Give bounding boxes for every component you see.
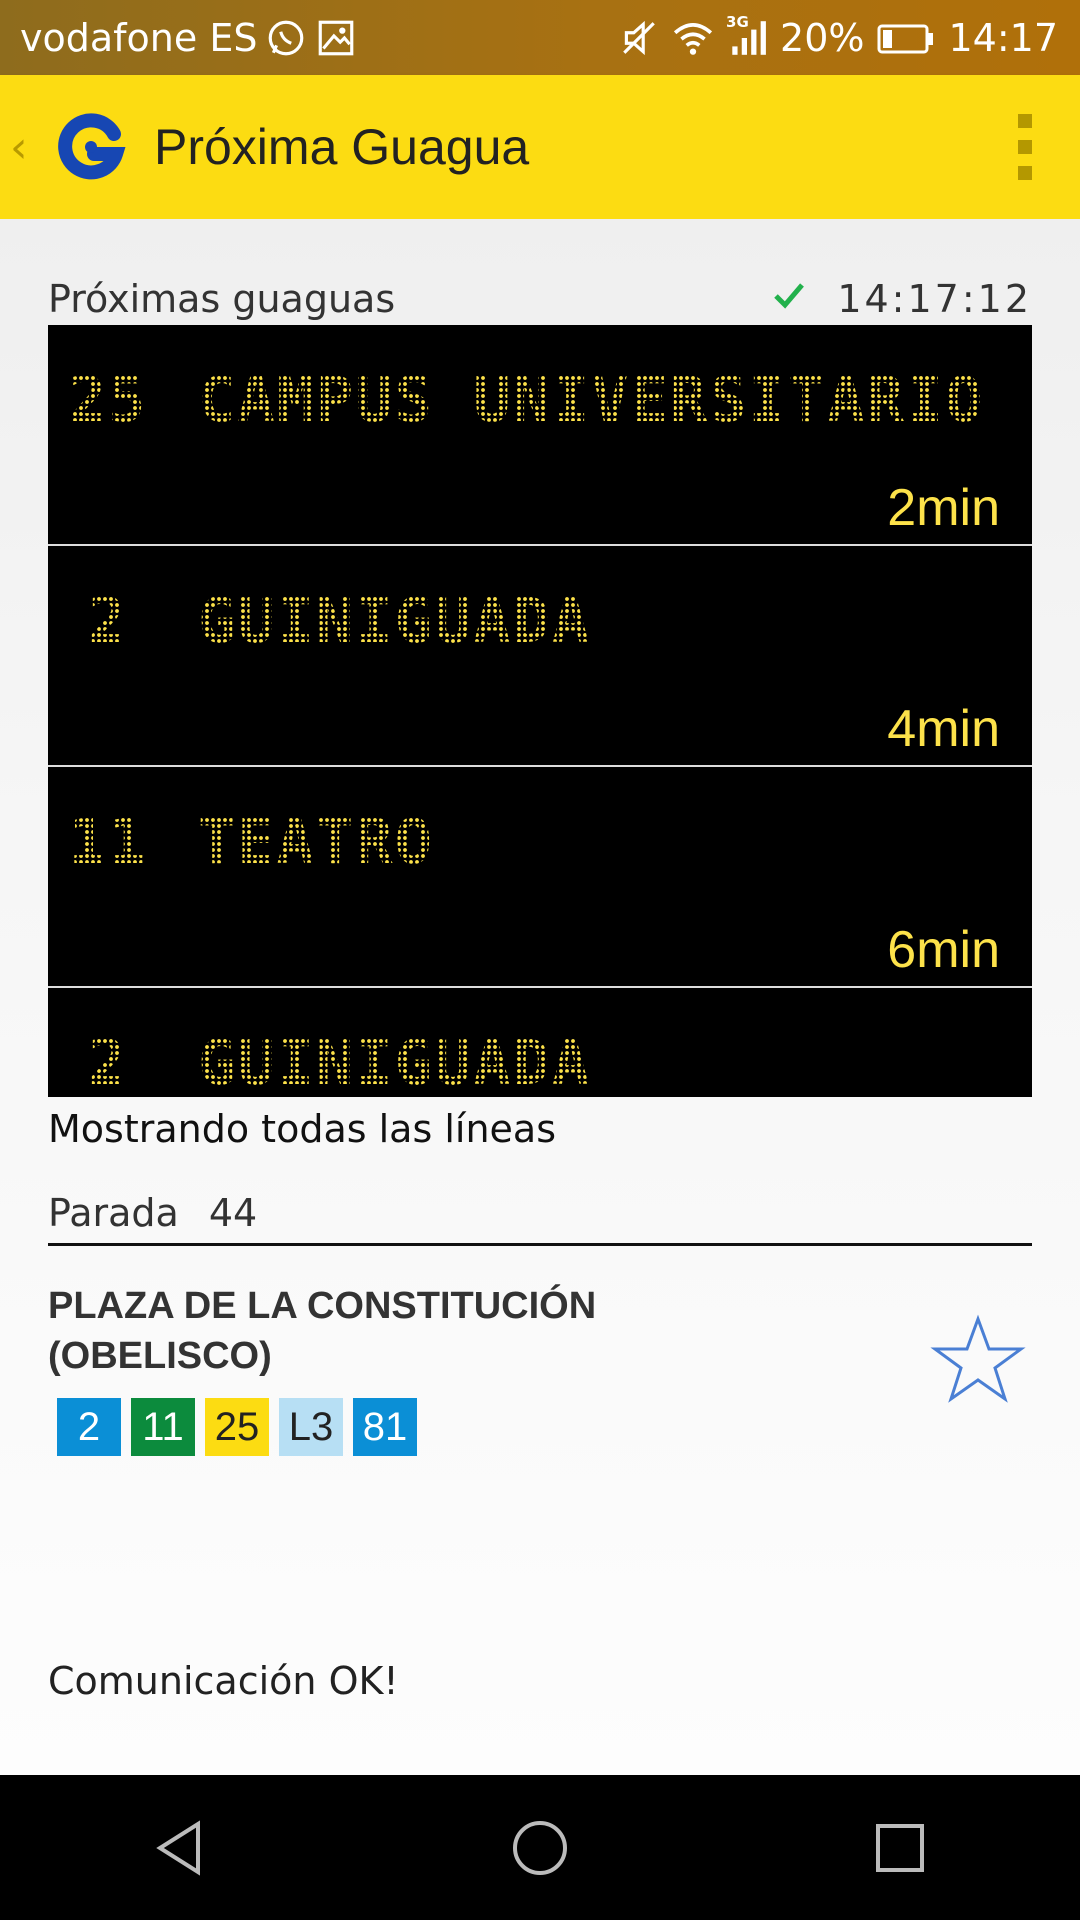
arrival-eta: 4min <box>887 700 1000 758</box>
nav-recents-icon[interactable] <box>850 1798 950 1898</box>
nav-home-icon[interactable] <box>490 1798 590 1898</box>
battery-icon <box>876 17 936 59</box>
line-chip[interactable]: L3 <box>279 1398 343 1456</box>
carrier-name: vodafone ES <box>20 15 258 60</box>
back-chevron-icon[interactable]: ‹ <box>10 122 40 173</box>
arrival-line: 25 <box>48 363 168 436</box>
whatsapp-icon <box>265 17 307 59</box>
arrival-line: 2 <box>48 1026 168 1097</box>
wifi-icon <box>672 17 714 59</box>
app-bar: ‹ Próxima Guagua <box>0 75 1080 219</box>
arrival-line: 2 <box>48 584 168 657</box>
line-chips: 2 11 25 L3 81 <box>57 1398 417 1456</box>
filter-text: Mostrando todas las líneas <box>48 1107 556 1151</box>
update-time: 14:17:12 <box>837 277 1032 321</box>
check-icon <box>771 277 807 322</box>
arrival-row[interactable]: 2 GUINIGUADA <box>48 988 1032 1097</box>
status-bar: vodafone ES 3G 20% 14:17 <box>0 0 1080 75</box>
stop-label: Parada <box>48 1191 179 1235</box>
arrival-destination: GUINIGUADA <box>198 1026 592 1097</box>
star-icon[interactable] <box>928 1311 1028 1411</box>
arrival-line: 11 <box>48 805 168 878</box>
arrival-row[interactable]: 25 CAMPUS UNIVERSITARIO 2min <box>48 325 1032 546</box>
image-icon <box>315 17 357 59</box>
nav-back-icon[interactable] <box>130 1798 230 1898</box>
board-header-label: Próximas guaguas <box>48 277 396 321</box>
arrival-destination: TEATRO <box>198 805 434 878</box>
arrival-eta: 2min <box>887 479 1000 537</box>
stop-row: Parada 44 <box>48 1191 1032 1246</box>
arrival-eta: 6min <box>887 921 1000 979</box>
network-type-label: 3G <box>726 12 749 31</box>
stop-name: PLAZA DE LA CONSTITUCIÓN (OBELISCO) <box>48 1285 597 1377</box>
board-header: Próximas guaguas 14:17:12 <box>48 274 1032 324</box>
arrival-row[interactable]: 11 TEATRO 6min <box>48 767 1032 988</box>
navigation-bar <box>0 1775 1080 1920</box>
content-area: Próximas guaguas 14:17:12 25 CAMPUS UNIV… <box>0 219 1080 1775</box>
line-chip[interactable]: 11 <box>131 1398 195 1456</box>
battery-percent: 20% <box>780 15 865 60</box>
status-time: 14:17 <box>948 15 1058 60</box>
signal-icon: 3G <box>726 13 768 59</box>
connection-status: Comunicación OK! <box>48 1659 399 1703</box>
line-chip[interactable]: 2 <box>57 1398 121 1456</box>
arrival-destination: CAMPUS UNIVERSITARIO <box>198 363 985 436</box>
arrival-destination: GUINIGUADA <box>198 584 592 657</box>
line-chip[interactable]: 25 <box>205 1398 269 1456</box>
app-title: Próxima Guagua <box>154 119 530 175</box>
line-chip[interactable]: 81 <box>353 1398 417 1456</box>
stop-number[interactable]: 44 <box>209 1191 257 1243</box>
app-logo-icon[interactable] <box>48 104 134 190</box>
arrivals-board[interactable]: 25 CAMPUS UNIVERSITARIO 2min 2 GUINIGUAD… <box>48 325 1032 1097</box>
arrival-row[interactable]: 2 GUINIGUADA 4min <box>48 546 1032 767</box>
mute-icon <box>618 17 660 59</box>
overflow-menu-icon[interactable] <box>1018 114 1032 180</box>
